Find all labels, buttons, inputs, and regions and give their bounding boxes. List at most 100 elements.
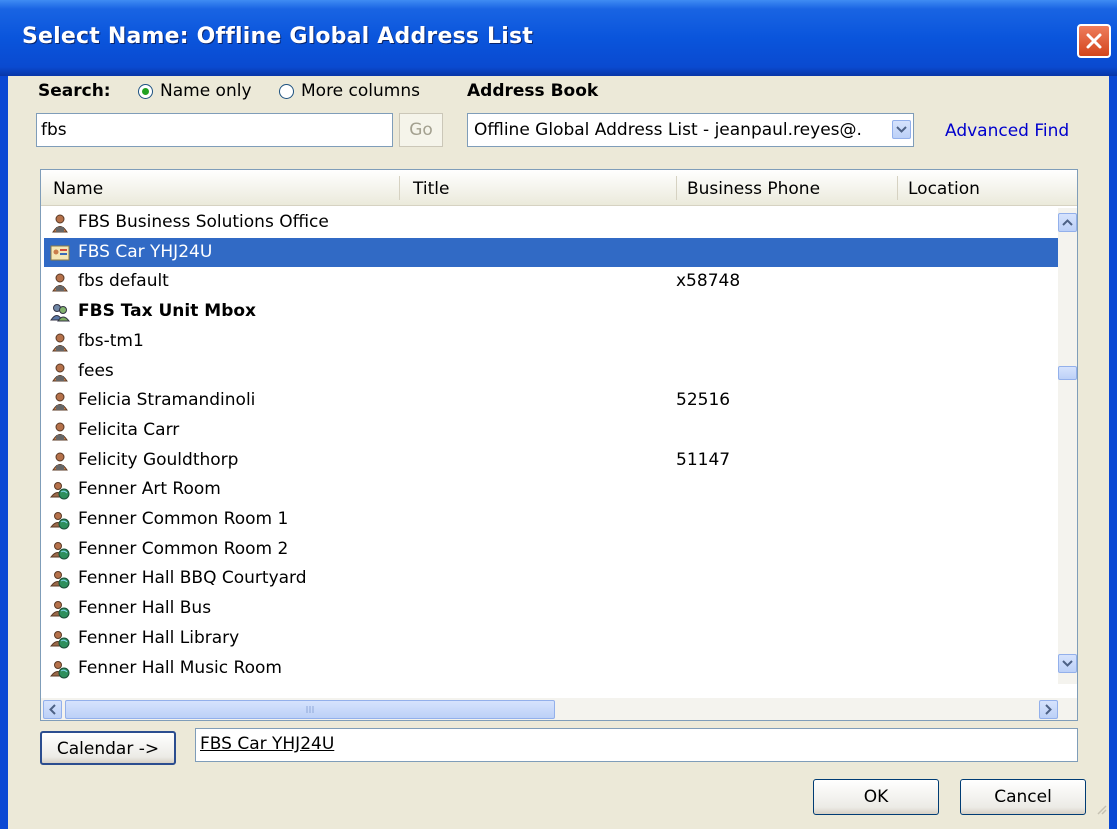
list-item-name: Fenner Hall BBQ Courtyard — [78, 568, 307, 589]
window-title: Select Name: Offline Global Address List — [22, 24, 533, 49]
list-item-name: Felicita Carr — [78, 419, 180, 440]
ok-button[interactable]: OK — [813, 779, 939, 815]
name-only-radio[interactable] — [138, 84, 153, 99]
scroll-thumb[interactable] — [1058, 366, 1077, 380]
distribution-list-icon — [50, 302, 71, 322]
list-item-name: Fenner Art Room — [78, 479, 221, 500]
list-item-name: Fenner Hall Music Room — [78, 657, 282, 678]
search-input-value: fbs — [41, 120, 67, 140]
chevron-left-icon — [49, 704, 56, 715]
list-item-name: FBS Car YHJ24U — [78, 241, 213, 262]
scroll-down-button[interactable] — [1058, 654, 1077, 673]
address-book-value: Offline Global Address List - jeanpaul.r… — [474, 120, 862, 140]
list-item[interactable]: Felicita Carr — [44, 416, 1060, 445]
list-item-name: Fenner Common Room 1 — [78, 509, 289, 529]
list-item[interactable]: Fenner Common Room 2 — [44, 535, 1060, 564]
go-button[interactable]: Go — [399, 113, 443, 147]
title-bar[interactable]: Select Name: Offline Global Address List — [0, 0, 1117, 76]
room-icon — [49, 480, 70, 500]
scroll-up-button[interactable] — [1058, 213, 1077, 232]
calendar-button[interactable]: Calendar -> — [40, 731, 176, 765]
room-icon — [49, 510, 70, 530]
list-item-phone: x58748 — [676, 271, 741, 292]
column-location[interactable]: Location — [908, 179, 980, 199]
select-name-dialog: Select Name: Offline Global Address List… — [0, 0, 1117, 829]
search-label: Search: — [38, 81, 111, 101]
list-item[interactable]: Fenner Hall Bus — [44, 594, 1060, 623]
list-item[interactable]: Fenner Hall Library — [44, 624, 1060, 653]
horizontal-scrollbar[interactable] — [41, 698, 1077, 720]
advanced-find-link[interactable]: Advanced Find — [945, 121, 1069, 141]
scroll-right-button[interactable] — [1039, 700, 1058, 719]
column-business-phone[interactable]: Business Phone — [687, 179, 820, 199]
vertical-scrollbar[interactable] — [1058, 208, 1077, 684]
room-icon — [49, 540, 70, 560]
user-icon — [50, 332, 70, 352]
list-item[interactable]: fees — [44, 357, 1060, 386]
list-header: Name Title Business Phone Location — [41, 170, 1077, 206]
close-button[interactable] — [1077, 24, 1111, 58]
horizontal-scroll-thumb[interactable] — [65, 700, 555, 719]
resource-card-icon — [50, 243, 70, 263]
chevron-up-icon — [1062, 219, 1073, 226]
selected-recipients-field[interactable]: FBS Car YHJ24U — [195, 728, 1078, 762]
search-input[interactable]: fbs — [36, 113, 393, 147]
list-item-name: fees — [78, 360, 114, 381]
name-only-label[interactable]: Name only — [160, 81, 252, 101]
list-item-name: Felicity Gouldthorp — [78, 449, 239, 470]
room-icon — [49, 659, 70, 679]
user-icon — [50, 213, 70, 233]
more-columns-label[interactable]: More columns — [301, 81, 420, 101]
list-item[interactable]: Felicia Stramandinoli 52516 — [44, 386, 1060, 415]
list-item[interactable]: FBS Tax Unit Mbox — [44, 297, 1060, 326]
list-item[interactable]: Fenner Hall BBQ Courtyard — [44, 564, 1060, 593]
address-book-select[interactable]: Offline Global Address List - jeanpaul.r… — [467, 113, 914, 147]
user-icon — [50, 272, 70, 292]
list-item[interactable]: FBS Business Solutions Office — [44, 208, 1060, 237]
column-divider[interactable] — [676, 176, 677, 200]
user-icon — [50, 451, 70, 471]
list-item[interactable]: Fenner Common Room 1 — [44, 505, 1060, 534]
list-item-name: Fenner Common Room 2 — [78, 538, 289, 559]
list-item[interactable]: Fenner Art Room — [44, 475, 1060, 504]
list-item-name: FBS Business Solutions Office — [78, 212, 329, 232]
user-icon — [50, 391, 70, 411]
list-rows: FBS Business Solutions Office FBS Car YHJ… — [41, 208, 1060, 679]
address-book-dropdown-button[interactable] — [892, 120, 911, 139]
selected-recipient[interactable]: FBS Car YHJ24U — [200, 734, 334, 754]
room-icon — [49, 599, 70, 619]
user-icon — [50, 421, 70, 441]
list-item[interactable]: fbs default x58748 — [44, 267, 1060, 296]
room-icon — [49, 569, 70, 589]
chevron-down-icon — [896, 126, 907, 133]
resize-grip-icon[interactable] — [1096, 804, 1108, 816]
column-divider[interactable] — [399, 176, 400, 200]
list-item[interactable]: Felicity Gouldthorp 51147 — [44, 446, 1060, 475]
close-icon — [1086, 33, 1102, 49]
list-item[interactable]: FBS Car YHJ24U — [44, 237, 1060, 267]
list-item-name: fbs default — [78, 271, 169, 292]
user-icon — [50, 362, 70, 382]
list-item-name: Fenner Hall Bus — [78, 598, 212, 619]
list-item-name: Felicia Stramandinoli — [78, 390, 256, 411]
list-item-phone: 51147 — [676, 449, 731, 470]
grip-icon — [306, 706, 314, 713]
chevron-right-icon — [1045, 704, 1052, 715]
chevron-down-icon — [1062, 660, 1073, 667]
column-name[interactable]: Name — [53, 179, 103, 199]
list-item[interactable]: Fenner Hall Music Room — [44, 654, 1060, 683]
column-divider[interactable] — [897, 176, 898, 200]
list-item-name: Fenner Hall Library — [78, 627, 240, 648]
list-item-name: FBS Tax Unit Mbox — [78, 301, 257, 322]
column-title[interactable]: Title — [413, 179, 449, 199]
dialog-body: Search: Name only More columns Address B… — [8, 76, 1109, 829]
list-item-name: fbs-tm1 — [78, 330, 144, 351]
list-item-phone: 52516 — [676, 390, 731, 411]
more-columns-radio[interactable] — [279, 84, 294, 99]
list-item[interactable]: fbs-tm1 — [44, 327, 1060, 356]
room-icon — [49, 629, 70, 649]
address-book-label: Address Book — [467, 81, 599, 101]
address-list[interactable]: Name Title Business Phone Location FBS B… — [40, 169, 1078, 721]
scroll-left-button[interactable] — [43, 700, 62, 719]
cancel-button[interactable]: Cancel — [960, 779, 1086, 815]
